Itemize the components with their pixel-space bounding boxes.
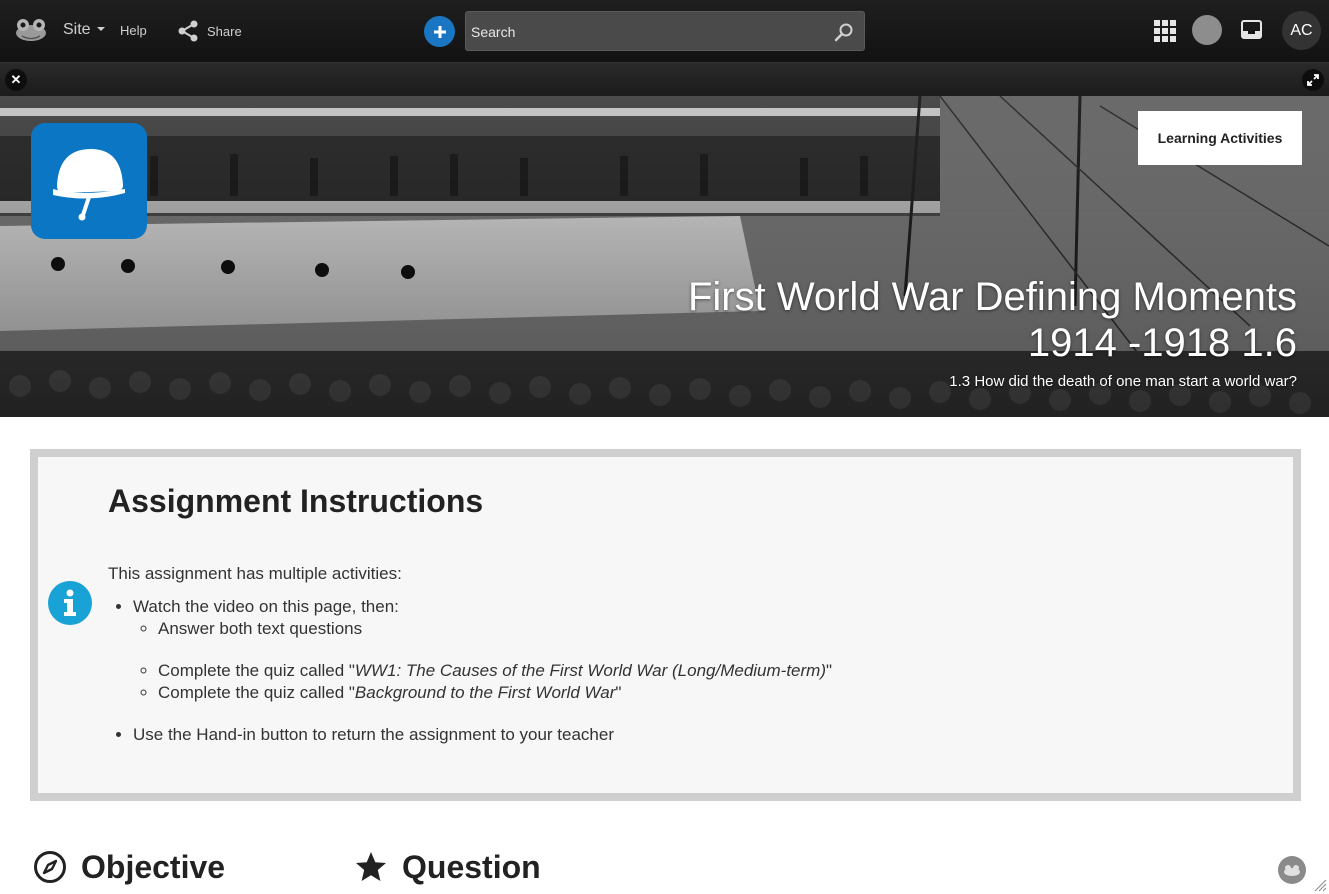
course-helmet-icon [31,123,147,239]
star-icon [356,852,386,881]
search-box [465,11,865,51]
list-item: Use the Hand-in button to return the ass… [133,724,832,746]
chevron-down-icon [96,27,105,31]
list-item: Complete the quiz called "WW1: The Cause… [158,660,832,682]
hero-banner: Learning Activities First World War Defi… [0,96,1329,417]
instructions-list: Watch the video on this page, then: Answ… [133,596,832,746]
banner-photo [0,96,1329,417]
frog-logo-icon[interactable] [14,16,48,44]
instructions-sublist: Answer both text questions Complete the … [158,618,832,704]
share-label: Share [207,23,242,39]
question-heading-label: Question [402,848,541,885]
quiz1-prefix: Complete the quiz called " [158,661,355,680]
quiz2-suffix: " [615,683,622,702]
site-menu-label: Site [63,21,91,38]
learning-activities-button[interactable]: Learning Activities [1138,111,1302,165]
quiz2-prefix: Complete the quiz called " [158,683,355,702]
close-page-button[interactable]: ✕ [5,69,27,91]
quiz1-title: WW1: The Causes of the First World War (… [354,661,826,680]
share-icon [178,20,198,42]
page-title-line1: First World War Defining Moments [687,275,1297,319]
apps-grid-icon[interactable] [1154,20,1176,42]
close-icon: ✕ [10,72,22,87]
assignment-instructions-panel: Assignment Instructions This assignment … [30,449,1301,801]
compass-icon [34,851,66,883]
share-button[interactable]: Share [177,20,242,42]
info-icon [48,581,92,625]
quiz2-title: Background to the First World War [354,683,616,702]
site-menu[interactable]: Site [63,21,105,39]
instructions-lead: This assignment has multiple activities: [108,564,402,583]
list-item: Answer both text questions [158,618,832,640]
user-avatar[interactable]: AC [1282,11,1321,50]
page-title-line2: 1914 -1918 1.6 [1027,321,1297,365]
quiz1-suffix: " [826,661,833,680]
list-item: Complete the quiz called "Background to … [158,682,832,704]
frog-assistant-button[interactable] [1278,856,1306,884]
plus-icon [433,25,446,38]
resize-grip-icon[interactable] [1313,878,1327,892]
inbox-icon[interactable] [1241,20,1262,39]
objective-heading: Objective [33,849,225,885]
objective-heading-label: Objective [81,848,226,885]
search-input[interactable] [471,21,821,43]
frog-icon [1284,865,1300,876]
add-button[interactable] [424,16,455,47]
expand-page-button[interactable] [1302,69,1324,91]
page-title: First World War Defining Moments 1914 -1… [597,274,1297,366]
top-navbar: Site Help Share AC [0,0,1329,62]
question-heading: Question [354,849,541,885]
instruction-watch-video: Watch the video on this page, then: [133,597,399,616]
help-link[interactable]: Help [120,23,147,38]
page-toolbar: ✕ [0,62,1329,96]
page-subtitle: 1.3 How did the death of one man start a… [949,373,1297,390]
instructions-heading: Assignment Instructions [108,483,484,519]
expand-icon [1307,74,1319,86]
search-icon[interactable] [834,22,854,42]
profile-status-button[interactable] [1192,15,1222,45]
list-item: Watch the video on this page, then: Answ… [133,596,832,704]
